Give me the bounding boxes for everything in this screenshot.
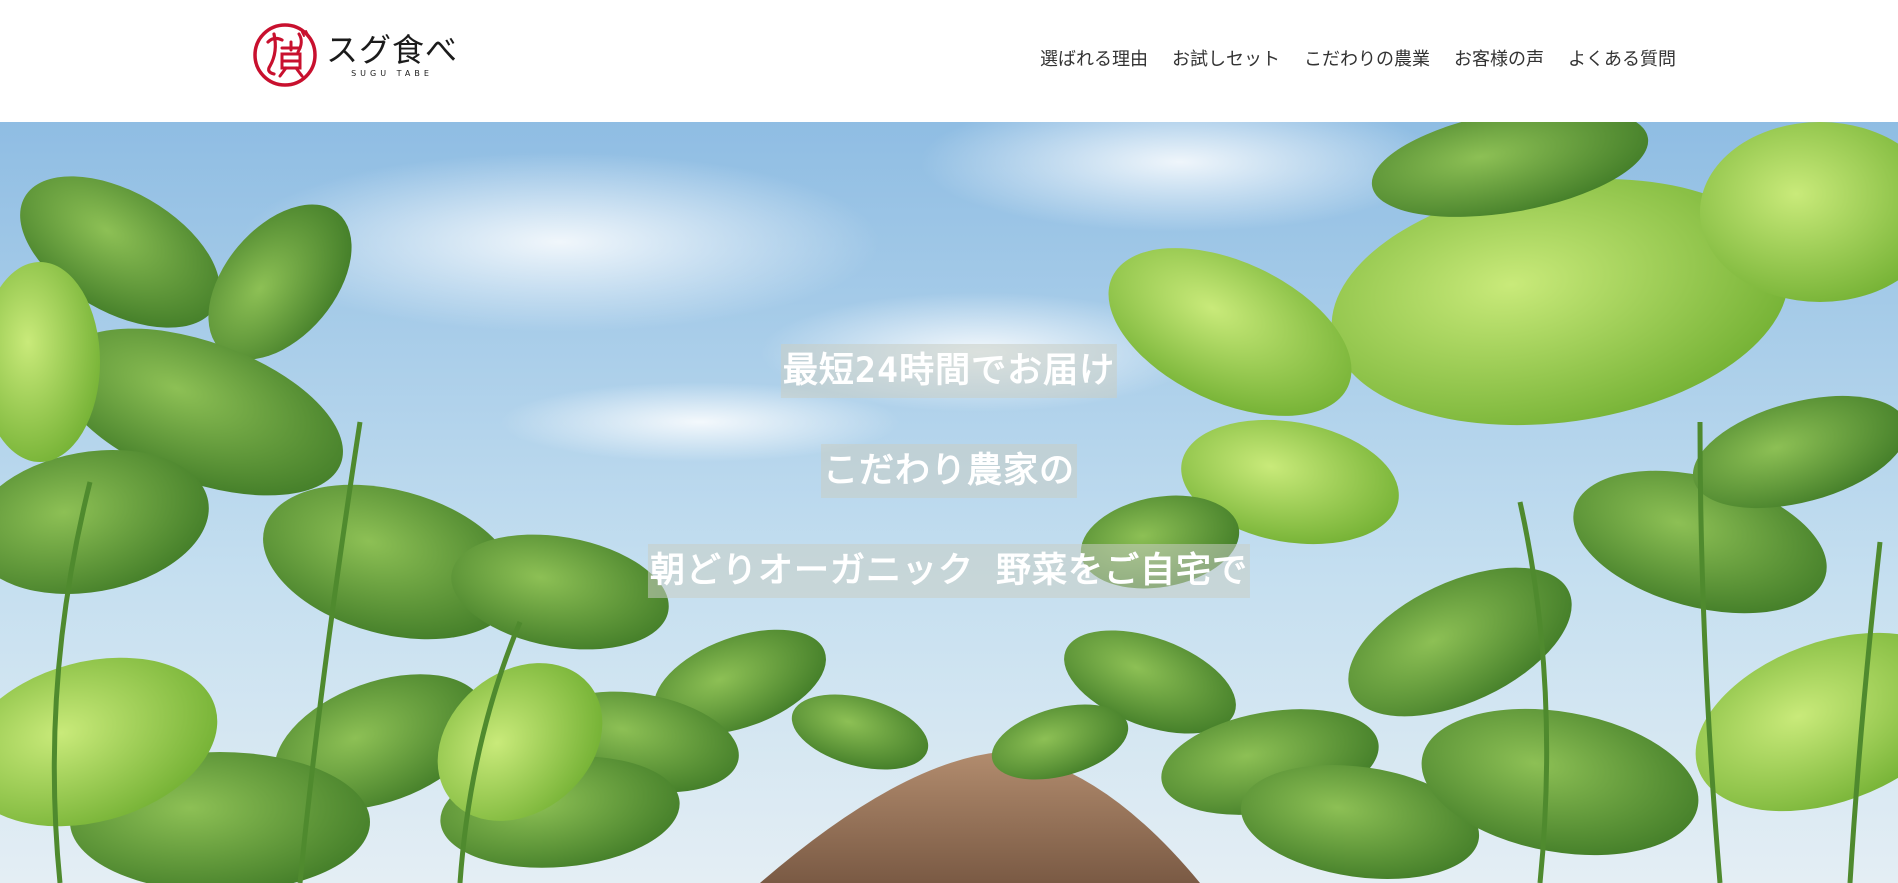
- nav-link-trial-set[interactable]: お試しセット: [1172, 48, 1280, 72]
- nav-link-testimonials[interactable]: お客様の声: [1454, 48, 1544, 72]
- logo-mark-icon: [253, 23, 317, 87]
- nav-link-faq[interactable]: よくある質問: [1568, 48, 1676, 72]
- hero-headline-line-2: こだわり農家の: [820, 444, 1078, 498]
- hero-copy: 最短24時間でお届け こだわり農家の 朝どりオーガニック 野菜をご自宅で: [0, 122, 1898, 883]
- hero-section: 最短24時間でお届け こだわり農家の 朝どりオーガニック 野菜をご自宅で: [0, 122, 1898, 883]
- logo-title: スグ食べ: [326, 30, 459, 69]
- nav-link-reasons[interactable]: 選ばれる理由: [1040, 48, 1148, 72]
- hero-headline-line-3: 朝どりオーガニック 野菜をご自宅で: [647, 544, 1251, 598]
- hero-headline-line-1: 最短24時間でお届け: [780, 344, 1118, 398]
- site-header: スグ食べ SUGU TABE 選ばれる理由 お試しセット こだわりの農業 お客様…: [0, 0, 1898, 122]
- nav-link-farming[interactable]: こだわりの農業: [1304, 48, 1430, 72]
- logo-subtitle: SUGU TABE: [351, 68, 433, 78]
- site-logo[interactable]: スグ食べ SUGU TABE: [252, 23, 458, 87]
- main-nav: 選ばれる理由 お試しセット こだわりの農業 お客様の声 よくある質問: [1040, 48, 1676, 72]
